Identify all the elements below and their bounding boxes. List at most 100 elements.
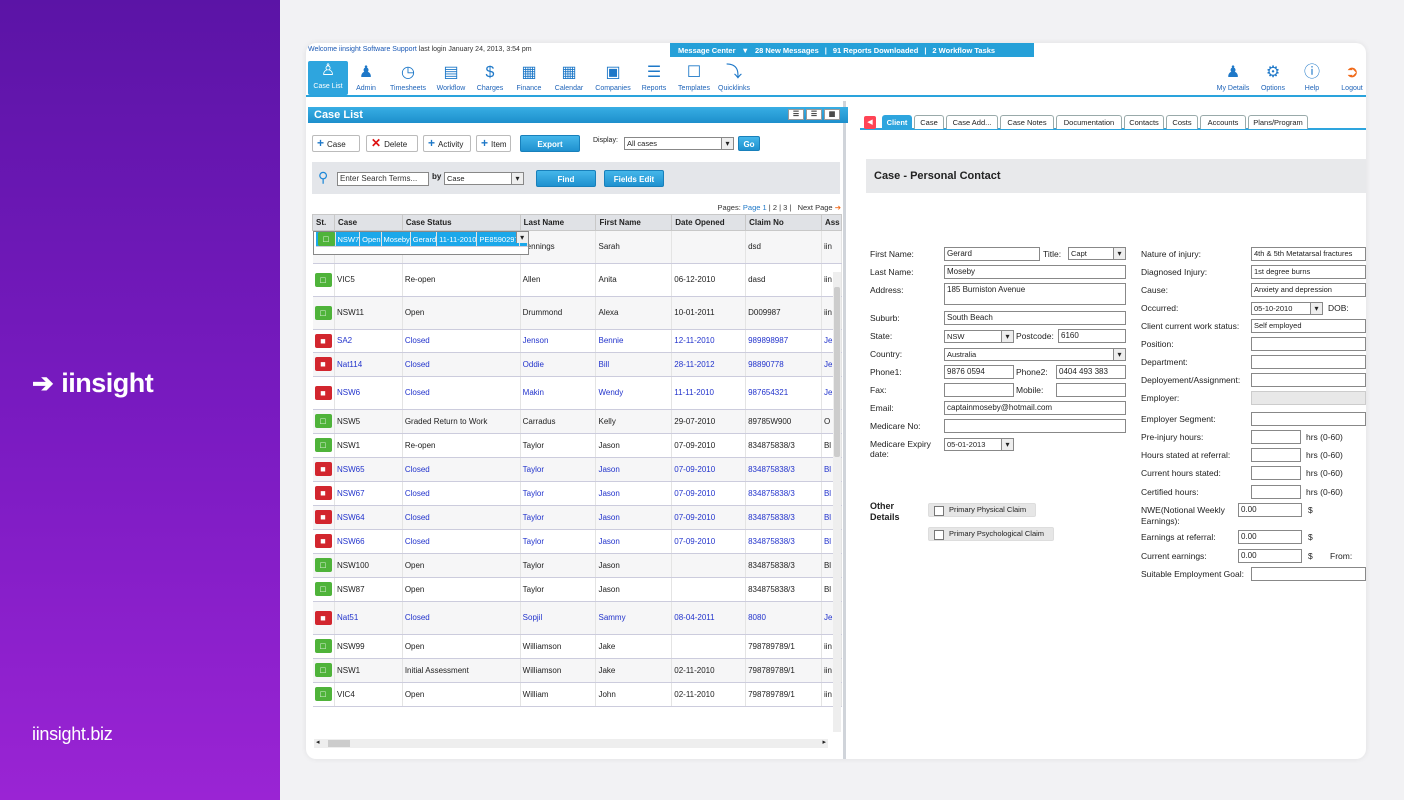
table-row[interactable]: □ NSW100 Open Taylor Jason 834875838/3 Bl [312,553,843,578]
toolbar-options[interactable]: ⚙ Options [1253,63,1293,92]
toolbar-logout[interactable]: ➲ Logout [1332,63,1366,92]
column-header[interactable]: Case [333,214,403,231]
go-button[interactable]: Go [738,136,760,151]
next-page-link[interactable]: Next Page [798,203,833,212]
first-name-field[interactable]: Gerard [944,247,1040,261]
tab-client[interactable]: Client [882,115,912,129]
grid-view-icon[interactable]: ▦ [824,109,840,120]
current-earnings-field[interactable]: 0.00 [1238,549,1302,563]
arrow-right-icon[interactable]: ➔ [835,203,841,212]
current-hours-field[interactable] [1251,466,1301,480]
nature-of-injury-field[interactable]: 4th & 5th Metatarsal fractures [1251,247,1366,261]
tab-accounts[interactable]: Accounts [1200,115,1246,129]
employment-goal-field[interactable] [1251,567,1366,581]
referral-hours-field[interactable] [1251,448,1301,462]
mobile-field[interactable] [1056,383,1126,397]
toolbar-finance[interactable]: ▦ Finance [509,63,549,92]
toolbar-admin[interactable]: ♟ Admin [346,63,386,92]
phone1-field[interactable]: 9876 0594 [944,365,1014,379]
column-header[interactable]: Claim No [745,214,822,231]
address-field[interactable]: 185 Burniston Avenue [944,283,1126,305]
postcode-field[interactable]: 6160 [1058,329,1126,343]
table-row[interactable]: □ NSW1 Re-open Taylor Jason 07-09-2010 8348758… [312,433,843,458]
compact-view-icon[interactable]: ☰ [806,109,822,120]
diagnosed-injury-field[interactable]: 1st degree burns [1251,265,1366,279]
find-button[interactable]: Find [536,170,596,187]
fields-edit-button[interactable]: Fields Edit [604,170,664,187]
toolbar-timesheets[interactable]: ◷ Timesheets [388,63,428,92]
table-row[interactable]: □ NSW87 Open Taylor Jason 834875838/3 Bl [312,577,843,602]
add-item-button[interactable]: + Item [476,135,511,152]
table-row[interactable]: □ NSW5 Graded Return to Work Carradus Kelly 2… [312,409,843,434]
table-row[interactable]: □ NSW7 Open Moseby Gerard 11-11-2010 PE8590297… [312,231,529,255]
position-field[interactable] [1251,337,1366,351]
delete-button[interactable]: ✕ Delete [366,135,418,152]
tab-case[interactable]: Case [914,115,944,129]
brand-logo[interactable]: ➔ iinsight [32,368,154,399]
occurred-select[interactable]: 05-10-2010 [1251,302,1323,315]
new-messages-link[interactable]: 28 New Messages [755,46,819,55]
search-by-select[interactable]: Case [444,172,524,185]
title-select[interactable]: Capt [1068,247,1126,260]
export-button[interactable]: Export [520,135,580,152]
workflow-tasks-link[interactable]: 2 Workflow Tasks [932,46,995,55]
nwe-field[interactable]: 0.00 [1238,503,1302,517]
toolbar-charges[interactable]: $ Charges [470,63,510,92]
tab-case-add[interactable]: Case Add... [946,115,998,129]
chevron-down-icon[interactable]: ▼ [742,46,749,55]
column-header[interactable]: Ass [820,214,843,231]
preinjury-hours-field[interactable] [1251,430,1301,444]
list-view-icon[interactable]: ☰ [788,109,804,120]
medicare-expiry-select[interactable]: 05-01-2013 [944,438,1014,451]
toolbar-workflow[interactable]: ▤ Workflow [431,63,471,92]
table-row[interactable]: □ VIC4 Open William John 02-11-2010 798789789/… [312,682,843,707]
tab-costs[interactable]: Costs [1166,115,1198,129]
toolbar-companies[interactable]: ▣ Companies [593,63,633,92]
phone2-field[interactable]: 0404 493 383 [1056,365,1126,379]
table-row[interactable]: ■ Nat114 Closed Oddie Bill 28-11-2012 98890778… [312,352,843,377]
table-row[interactable]: □ NSW1 Initial Assessment Williamson Jake 02-… [312,658,843,683]
tab-scroll-left-icon[interactable]: ◀ [864,116,876,129]
fax-field[interactable] [944,383,1014,397]
column-header[interactable]: First Name [595,214,673,231]
toolbar-my-details[interactable]: ♟ My Details [1213,63,1253,92]
display-select[interactable]: All cases [624,137,734,150]
toolbar-help[interactable]: ⓘ Help [1292,63,1332,92]
employer-field[interactable] [1251,391,1366,405]
tab-case-notes[interactable]: Case Notes [1000,115,1054,129]
column-header[interactable]: Date Opened [671,214,747,231]
column-header[interactable]: St. [312,214,335,231]
table-row[interactable]: ■ NSW65 Closed Taylor Jason 07-09-2010 8348758… [312,457,843,482]
toolbar-quicklinks[interactable]: ⤵ Quicklinks [714,63,754,92]
table-row[interactable]: ■ NSW6 Closed Makin Wendy 11-11-2010 987654321… [312,376,843,410]
vertical-scrollbar[interactable] [833,272,841,732]
table-row[interactable]: ■ NSW64 Closed Taylor Jason 07-09-2010 8348758… [312,505,843,530]
toolbar-case-list[interactable]: ♙ Case List [308,61,348,95]
department-field[interactable] [1251,355,1366,369]
tab-documentation[interactable]: Documentation [1056,115,1122,129]
table-row[interactable]: □ VIC5 Re-open Allen Anita 06-12-2010 dasd iin [312,263,843,297]
reports-downloaded-link[interactable]: 91 Reports Downloaded [833,46,918,55]
add-activity-button[interactable]: + Activity [423,135,471,152]
column-header[interactable]: Case Status [401,214,521,231]
toolbar-templates[interactable]: ☐ Templates [674,63,714,92]
last-name-field[interactable]: Moseby [944,265,1126,279]
state-select[interactable]: NSW [944,330,1014,343]
employer-segment-field[interactable] [1251,412,1366,426]
tab-plans-program[interactable]: Plans/Program [1248,115,1308,129]
add-case-button[interactable]: + Case [312,135,360,152]
suburb-field[interactable]: South Beach [944,311,1126,325]
tab-contacts[interactable]: Contacts [1124,115,1164,129]
certified-hours-field[interactable] [1251,485,1301,499]
table-row[interactable]: ■ SA2 Closed Jenson Bennie 12-11-2010 98989898… [312,329,843,353]
toolbar-reports[interactable]: ☰ Reports [634,63,674,92]
table-row[interactable]: □ NSW99 Open Williamson Jake 798789789/1 iin [312,634,843,659]
table-row[interactable]: ■ NSW66 Closed Taylor Jason 07-09-2010 8348758… [312,529,843,554]
table-row[interactable]: □ NSW11 Open Drummond Alexa 10-01-2011 D009987… [312,296,843,330]
toolbar-calendar[interactable]: ▦ Calendar [549,63,589,92]
cause-field[interactable]: Anxiety and depression [1251,283,1366,297]
medicare-field[interactable] [944,419,1126,433]
search-input[interactable]: Enter Search Terms... [337,172,429,186]
deployment-field[interactable] [1251,373,1366,387]
page-1-link[interactable]: Page 1 [743,203,767,212]
